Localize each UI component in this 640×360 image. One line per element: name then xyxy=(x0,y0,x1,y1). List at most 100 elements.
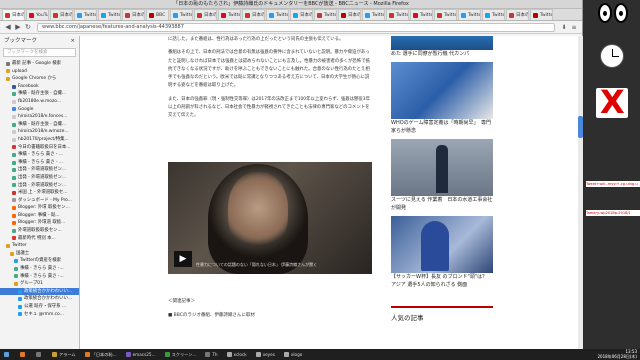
desktop-note[interactable]: Tweet+will.-myyi+-cg-uing.u xyxy=(586,181,640,187)
browser-tab[interactable]: YouTube xyxy=(26,9,49,20)
menu-icon[interactable]: ≡ xyxy=(569,24,579,31)
browser-tab[interactable]: Twitter xyxy=(410,9,433,20)
reload-icon[interactable]: ↻ xyxy=(23,23,33,31)
forward-icon[interactable]: ▶ xyxy=(13,23,23,31)
bookmark-item[interactable]: Facebook xyxy=(0,83,79,91)
browser-tab[interactable]: 日本の恥 xyxy=(506,9,529,20)
taskbar-window-button[interactable]: スクリーン... xyxy=(163,350,199,359)
bookmark-item[interactable]: Blogger: 外環 取扱セン... xyxy=(0,204,79,212)
bookmark-item[interactable]: 最新時代 特別 本... xyxy=(0,235,79,243)
browser-tab[interactable]: 日本の恥 xyxy=(338,9,361,20)
sidebar-title[interactable]: ブックマーク xyxy=(4,36,37,47)
browser-tab[interactable]: Twitter xyxy=(458,9,481,20)
bookmark-item[interactable]: upload xyxy=(0,68,79,76)
bookmark-item[interactable]: Google Chrome から xyxy=(0,75,79,83)
bookmark-item[interactable]: 出発 - 外環道取扱ゼン... xyxy=(0,174,79,182)
news-thumbnail[interactable] xyxy=(391,216,493,273)
bookmark-icon xyxy=(12,228,16,233)
browser-tab[interactable]: 日本の恥 xyxy=(122,9,145,20)
browser-tab[interactable]: Twitter xyxy=(74,9,97,20)
browser-tab[interactable]: 日本の恥 xyxy=(2,9,25,20)
news-thumbnail[interactable] xyxy=(391,62,493,119)
browser-tab[interactable]: Twitter xyxy=(314,9,337,20)
news-headline[interactable]: WHOのゲーム障害定義は「時期尚早」 専門家らが懸念 xyxy=(391,119,493,135)
bookmark-label: グループ01 xyxy=(20,281,43,287)
start-menu-icon[interactable] xyxy=(2,350,13,359)
bookmark-icon xyxy=(14,282,18,287)
news-thumbnail[interactable] xyxy=(391,36,493,50)
bookmark-item[interactable]: セキュ @rmm.co... xyxy=(0,311,79,319)
bookmark-item[interactable]: 事績 - きらら 貴さ - ... xyxy=(0,159,79,167)
bookmark-item[interactable]: Twitterの資産を検索 xyxy=(0,257,79,265)
bookmark-item[interactable]: Blogger: 外環道 取扱... xyxy=(0,219,79,227)
bookmark-item[interactable]: 最新 記事 - Google 検索 xyxy=(0,60,79,68)
browser-tab[interactable]: Twitter xyxy=(266,9,289,20)
url-bar[interactable]: www.bbc.com/japanese/features-and-analys… xyxy=(37,22,555,32)
taskbar-window-button[interactable]: アラーム xyxy=(50,350,78,359)
bookmark-item[interactable]: Google xyxy=(0,106,79,114)
taskbar-window-button[interactable]: xeyes xyxy=(254,350,277,359)
bookmark-label: 公選 既存・保守系 ... xyxy=(24,304,67,309)
taskbar-window-button[interactable]: xlogo xyxy=(282,350,304,359)
news-headline[interactable]: めた 選手に同僚が暫行機 代カンパ xyxy=(391,50,493,58)
bookmark-item[interactable]: 公選 既存・保守系 ... xyxy=(0,303,79,311)
news-headline[interactable]: 【サッカーW杯】長友 のブロンド"頭"は？ アジア 選手5人の知られざる 側面 xyxy=(391,273,493,289)
browser-tab[interactable]: 日本の恥 xyxy=(242,9,265,20)
bookmark-item[interactable]: 事績 - きらら 貴さ -... xyxy=(0,273,79,281)
browser-tab[interactable]: Twitter xyxy=(98,9,121,20)
bookmark-item[interactable]: 政策統合かかわわいい... xyxy=(0,287,79,296)
bookmark-search-input[interactable]: ブックマークを検索 xyxy=(3,48,76,57)
bookmark-icon xyxy=(6,76,10,81)
browser-tab[interactable]: BBC xyxy=(146,9,169,20)
bookmark-item[interactable]: 国議士 xyxy=(0,250,79,258)
bookmark-item[interactable]: Twitter xyxy=(0,242,79,250)
bookmark-item[interactable]: hiroira2018/e.fonces... xyxy=(0,113,79,121)
taskbar-window-button[interactable]: xclock xyxy=(225,350,249,359)
bookmark-item[interactable]: ダッシュボード - My Pro... xyxy=(0,197,79,205)
bookmark-item[interactable]: 今日の書籍取扱日を日本... xyxy=(0,144,79,152)
bookmark-item[interactable]: 外環道取扱取扱セン... xyxy=(0,227,79,235)
browser-tab[interactable]: Twitter xyxy=(170,9,193,20)
back-icon[interactable]: ◀ xyxy=(3,23,13,31)
video-player[interactable]: ▶ 性暴力についての話題のない「隠れない日本」 伊藤詩織さんが聞く xyxy=(168,162,372,274)
favicon-icon xyxy=(29,12,34,18)
bookmark-item[interactable]: 政策統合かかわわいい... xyxy=(0,295,79,303)
browser-tab[interactable]: Twitter xyxy=(530,9,553,20)
bookmark-item[interactable]: 事績 - 既存主張 - 自撮... xyxy=(0,121,79,129)
taskbar-icon[interactable] xyxy=(18,350,29,359)
favicon-icon xyxy=(53,12,58,18)
bookmark-item[interactable]: グループ01 xyxy=(0,280,79,288)
tab-label: Twitter xyxy=(492,12,505,18)
related-link[interactable]: ■ BBCのラジオ番組、伊藤詩織さんに取材 xyxy=(168,312,255,318)
play-icon[interactable]: ▶ xyxy=(174,251,192,267)
bookmark-item[interactable]: 出発 - 外環道取扱ゼン... xyxy=(0,182,79,190)
download-icon[interactable]: ⬇ xyxy=(559,24,569,31)
bookmark-item[interactable]: hiroira2018/e.wmoze... xyxy=(0,128,79,136)
bookmark-item[interactable]: fb20180e.w.mozo... xyxy=(0,98,79,106)
news-thumbnail[interactable] xyxy=(391,139,493,196)
browser-tab[interactable]: Twitter xyxy=(218,9,241,20)
bookmark-item[interactable]: 事績 - 既存主張 - 自撮... xyxy=(0,90,79,98)
bookmark-item[interactable]: 出発 - 外環道取扱ゼン... xyxy=(0,166,79,174)
browser-tab[interactable]: Twitter xyxy=(386,9,409,20)
browser-tab[interactable]: Twitter xyxy=(482,9,505,20)
browser-tab[interactable]: 日本の恥 xyxy=(50,9,73,20)
bookmark-item[interactable]: 事績 - きらら 貴さ -... xyxy=(0,265,79,273)
scrollbar[interactable] xyxy=(578,36,583,349)
bookmark-item[interactable]: Blogger: 事績 - 既... xyxy=(0,212,79,220)
browser-tab[interactable]: Twitter xyxy=(362,9,385,20)
bookmark-item[interactable]: 事績 - きらら 貴さ - ... xyxy=(0,151,79,159)
scrollbar-thumb[interactable] xyxy=(578,116,583,138)
desktop-note[interactable]: Tamary-wp2018p-2018/1 xyxy=(586,210,640,216)
taskbar-window-button[interactable]: Th xyxy=(203,350,219,359)
browser-tab[interactable]: 日本の恥 xyxy=(290,9,313,20)
news-headline[interactable]: スーツに見える 作業着 日本の水道工事会社が開発 xyxy=(391,196,493,212)
browser-tab[interactable]: Twitter xyxy=(434,9,457,20)
bookmark-item[interactable]: 米国 上 - 外環道取扱セ... xyxy=(0,189,79,197)
close-icon[interactable]: × xyxy=(70,36,75,47)
taskbar-icon[interactable] xyxy=(34,350,45,359)
taskbar-window-button[interactable]: emacs25... xyxy=(124,350,158,359)
bookmark-item[interactable]: hb20170/project/特集... xyxy=(0,136,79,144)
taskbar-window-button[interactable]: 「日本の恥... xyxy=(83,350,119,359)
browser-tab[interactable]: 日本の恥 xyxy=(194,9,217,20)
